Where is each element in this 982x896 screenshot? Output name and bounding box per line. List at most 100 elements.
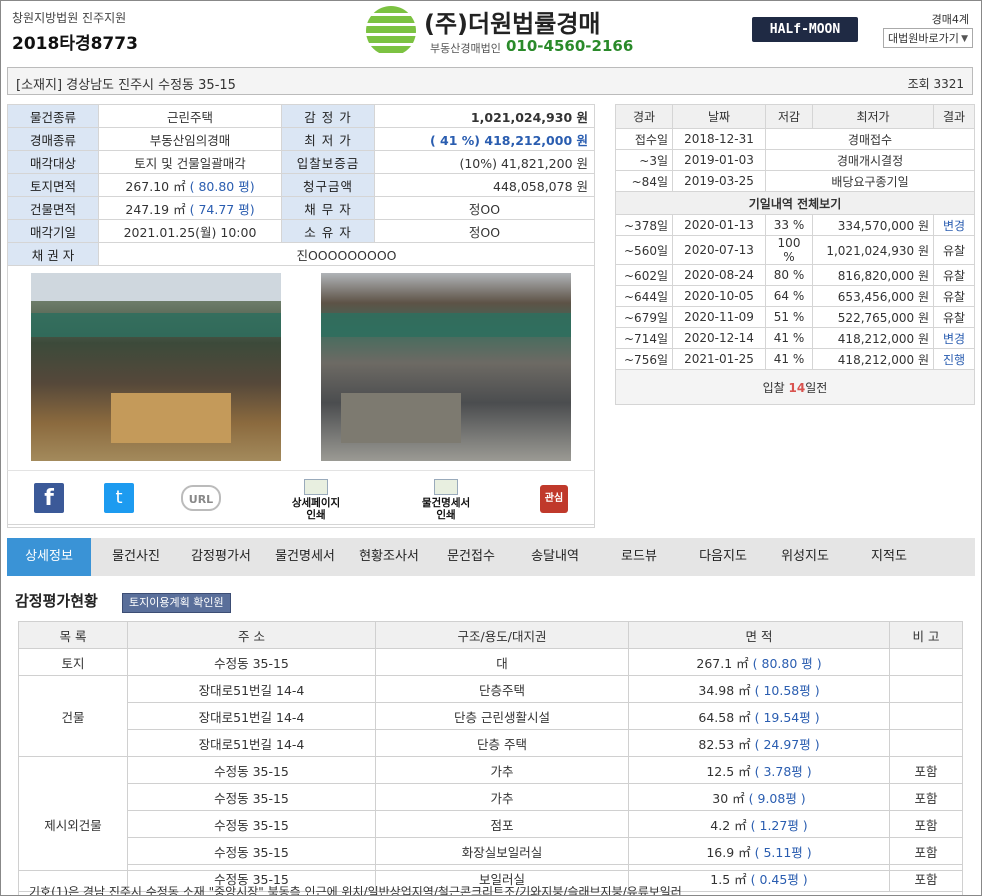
bid-price: 816,820,000 원 — [812, 264, 934, 286]
tab-photos[interactable]: 물건사진 — [97, 538, 175, 576]
history-day: 접수일 — [615, 128, 673, 150]
info-value: 267.10 ㎡ ( 80.80 평) — [98, 173, 282, 197]
photo-stall — [341, 393, 461, 443]
appraisal-use: 화장실보일러실 — [375, 837, 629, 865]
info-value: 247.19 ㎡ ( 74.77 평) — [98, 196, 282, 220]
tab-roadview[interactable]: 로드뷰 — [607, 538, 671, 576]
property-photo[interactable] — [321, 273, 571, 461]
twitter-icon[interactable]: t — [104, 483, 134, 513]
property-photo[interactable] — [31, 273, 281, 461]
area-pyeong: ( 9.08평 ) — [748, 790, 806, 806]
bid-pct: 41 % — [765, 348, 813, 370]
tab-detail[interactable]: 상세정보 — [7, 538, 91, 576]
appraisal-row: 수정동 35-15 화장실보일러실 16.9 ㎡ ( 5.11평 ) 포함 — [19, 837, 963, 865]
appraisal-row: 건물 장대로51번길 14-4 단층주택 34.98 ㎡ ( 10.58평 ) — [18, 675, 963, 757]
area-pyeong: ( 80.80 평 ) — [752, 655, 822, 671]
logo-sub: 부동산경매법인 — [430, 42, 501, 55]
bid-price: 418,212,000 원 — [812, 327, 934, 349]
tab-daum-map[interactable]: 다음지도 — [687, 538, 759, 576]
company-logo[interactable]: (주)더원법률경매 부동산경매법인 010-4560-2166 — [366, 4, 633, 60]
appraisal-note — [889, 702, 963, 730]
appraisal-row: 수정동 35-15 점포 4.2 ㎡ ( 1.27평 ) 포함 — [19, 810, 963, 838]
history-header: 저감 — [765, 104, 813, 129]
info-label: 소 유 자 — [281, 219, 375, 243]
print-detail-button[interactable]: 상세페이지 인쇄 — [284, 479, 348, 521]
view-count: 조회 3321 — [907, 77, 964, 91]
appraisal-row: 수정동 35-15 가추 30 ㎡ ( 9.08평 ) 포함 — [19, 783, 963, 811]
building-area: 247.19 ㎡ — [125, 201, 186, 217]
land-area: 267.10 ㎡ — [125, 178, 186, 194]
bid-result[interactable]: 진행 — [933, 348, 975, 370]
tab-satellite[interactable]: 위성지도 — [769, 538, 841, 576]
bid-day: ~679일 — [615, 306, 673, 328]
info-label: 채 권 자 — [7, 242, 99, 266]
photo-awning — [31, 313, 281, 337]
info-value: 정OO — [374, 196, 595, 220]
appraisal-header: 비 고 — [889, 621, 963, 649]
tab-spec[interactable]: 물건명세서 — [263, 538, 347, 576]
appraisal-value: 1,021,024,930 원 — [374, 104, 595, 128]
history-desc: 배당요구종기일 — [765, 170, 975, 192]
bid-result[interactable]: 변경 — [933, 327, 975, 349]
tab-cadastral[interactable]: 지적도 — [859, 538, 919, 576]
tab-survey[interactable]: 현황조사서 — [347, 538, 431, 576]
bid-result: 유찰 — [933, 285, 975, 307]
appraisal-area: 4.2 ㎡ ( 1.27평 ) — [628, 810, 890, 838]
bid-row: ~378일 2020-01-13 33 % 334,570,000 원 변경 — [615, 214, 975, 236]
tab-documents[interactable]: 문건접수 — [435, 538, 507, 576]
history-row: ~3일 2019-01-03 경매개시결정 — [615, 149, 975, 171]
appraisal-address: 수정동 35-15 — [127, 810, 376, 838]
info-value: 2021.01.25(월) 10:00 — [98, 219, 282, 243]
appraisal-address: 수정동 35-15 — [127, 648, 376, 676]
appraisal-address: 수정동 35-15 — [127, 837, 376, 865]
info-label: 건물면적 — [7, 196, 99, 220]
area-m2: 30 ㎡ — [712, 790, 745, 806]
bid-countdown: 입찰 14일전 — [615, 369, 975, 405]
bid-result[interactable]: 변경 — [933, 214, 975, 236]
appraisal-header: 구조/용도/대지권 — [375, 621, 629, 649]
court-name: 창원지방법원 진주지원 — [12, 11, 127, 25]
url-copy-icon[interactable]: URL — [181, 485, 221, 511]
detail-tab-bar: 상세정보 물건사진 감정평가서 물건명세서 현황조사서 문건접수 송달내역 로드… — [7, 538, 975, 576]
bid-date: 2020-11-09 — [672, 306, 766, 328]
bid-pct: 64 % — [765, 285, 813, 307]
globe-icon — [366, 6, 416, 56]
history-date: 2018-12-31 — [672, 128, 766, 150]
appraisal-area: 267.1 ㎡ ( 80.80 평 ) — [628, 648, 890, 676]
appraisal-use: 가추 — [375, 783, 629, 811]
history-header: 날짜 — [672, 104, 766, 129]
court-shortcut-select[interactable]: 대법원바로가기 ▼ — [883, 28, 973, 48]
bid-row: ~602일 2020-08-24 80 % 816,820,000 원 유찰 — [615, 264, 975, 286]
appraisal-address: 장대로51번길 14-4 — [127, 702, 376, 730]
info-value: 진OOOOOOOOO — [98, 242, 595, 266]
bid-day: ~714일 — [615, 327, 673, 349]
bid-row: ~714일 2020-12-14 41 % 418,212,000 원 변경 — [615, 327, 975, 349]
bid-history-toggle[interactable]: 기일내역 전체보기 — [615, 191, 975, 215]
bid-date: 2021-01-25 — [672, 348, 766, 370]
facebook-icon[interactable]: f — [34, 483, 64, 513]
printer-icon — [304, 479, 328, 495]
area-m2: 16.9 ㎡ — [706, 844, 751, 860]
case-number: 2018타경8773 — [12, 34, 138, 54]
info-value: 448,058,078 원 — [374, 173, 595, 197]
halfmoon-badge[interactable]: HALf-MOON — [752, 17, 858, 42]
auction-history-table: 경과 날짜 저감 최저가 결과 접수일 2018-12-31 경매접수 ~3일 … — [615, 104, 975, 405]
info-label: 채 무 자 — [281, 196, 375, 220]
history-date: 2019-03-25 — [672, 170, 766, 192]
bid-pct: 80 % — [765, 264, 813, 286]
bid-row: ~679일 2020-11-09 51 % 522,765,000 원 유찰 — [615, 306, 975, 328]
print-spec-button[interactable]: 물건명세서 인쇄 — [414, 479, 478, 521]
area-m2: 12.5 ㎡ — [706, 763, 751, 779]
land-plan-button[interactable]: 토지이용계획 확인원 — [122, 593, 231, 613]
appraisal-address: 장대로51번길 14-4 — [127, 729, 376, 757]
favorite-button[interactable]: 관심 — [540, 485, 568, 513]
history-day: ~84일 — [615, 170, 673, 192]
countdown-prefix: 입찰 — [762, 380, 789, 395]
history-header: 최저가 — [812, 104, 934, 129]
tab-appraisal[interactable]: 감정평가서 — [179, 538, 263, 576]
info-value: 근린주택 — [98, 104, 282, 128]
tab-delivery[interactable]: 송달내역 — [517, 538, 593, 576]
area-pyeong: ( 5.11평 ) — [754, 844, 812, 860]
bid-price: 334,570,000 원 — [812, 214, 934, 236]
info-value: (10%) 41,821,200 원 — [374, 150, 595, 174]
